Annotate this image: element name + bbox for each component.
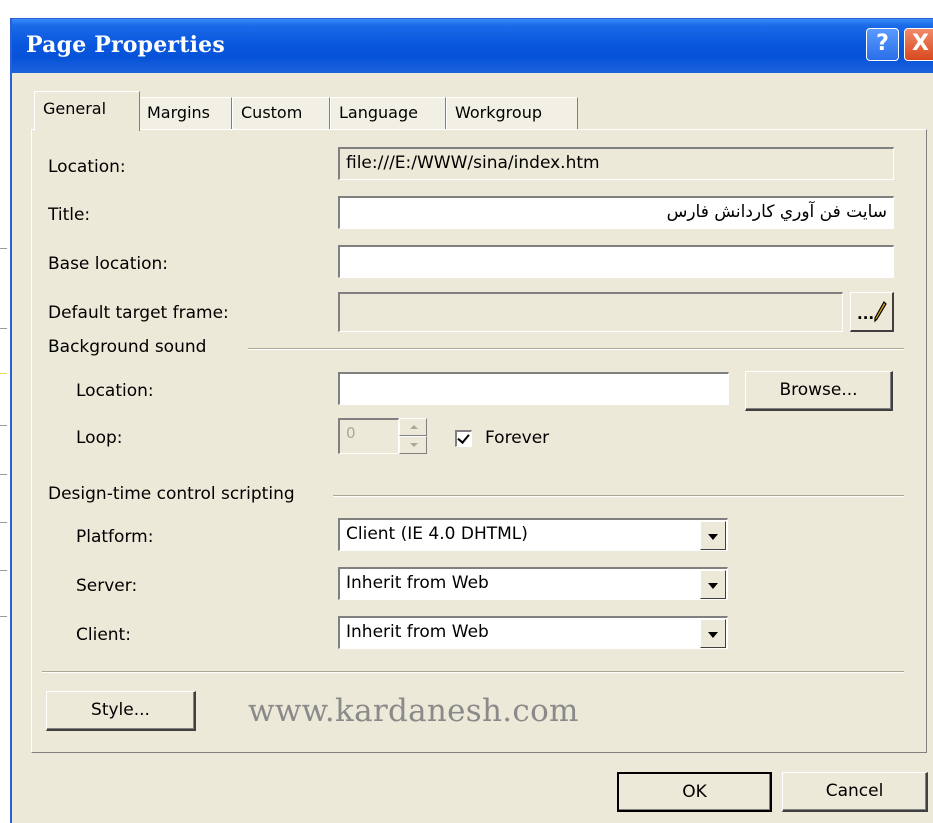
client-select[interactable]: Inherit from Web	[338, 616, 728, 649]
chevron-down-icon[interactable]	[700, 521, 726, 550]
page-properties-dialog: Page Properties ? X General Margins Cust…	[10, 18, 933, 823]
scripting-group-label: Design-time control scripting	[48, 484, 295, 504]
style-button[interactable]: Style...	[46, 691, 196, 731]
server-label: Server:	[76, 576, 138, 596]
client-label: Client:	[76, 625, 131, 645]
help-button[interactable]: ?	[866, 28, 899, 61]
screen: Page Properties ? X General Margins Cust…	[0, 0, 933, 823]
tab-general[interactable]: General	[34, 91, 140, 131]
divider	[0, 570, 7, 571]
ok-button[interactable]: OK	[617, 772, 772, 812]
server-value: Inherit from Web	[346, 573, 489, 593]
loop-input[interactable]: 0	[338, 418, 399, 454]
tab-custom[interactable]: Custom	[232, 97, 330, 129]
close-button[interactable]: X	[904, 28, 933, 61]
base-location-label: Base location:	[48, 254, 168, 274]
spin-down-icon[interactable]	[399, 436, 427, 454]
platform-select[interactable]: Client (IE 4.0 DHTML)	[338, 518, 728, 551]
default-target-frame-label: Default target frame:	[48, 303, 229, 323]
client-value: Inherit from Web	[346, 622, 489, 642]
pencil-icon	[874, 301, 887, 323]
tab-language[interactable]: Language	[330, 97, 446, 129]
base-location-input[interactable]	[338, 245, 894, 278]
location-field: file:///E:/WWW/sina/index.htm	[338, 147, 894, 180]
browse-button[interactable]: Browse...	[745, 371, 893, 411]
help-icon: ?	[876, 31, 889, 56]
divider	[0, 522, 7, 523]
divider	[0, 474, 7, 475]
watermark-text: www.kardanesh.com	[248, 693, 579, 729]
default-target-frame-field	[338, 292, 843, 332]
spin-up-icon[interactable]	[399, 418, 427, 436]
platform-value: Client (IE 4.0 DHTML)	[346, 524, 528, 544]
group-divider	[248, 348, 904, 350]
divider	[0, 248, 7, 249]
ellipsis-label: ...	[857, 305, 875, 323]
background-sound-group-label: Background sound	[48, 337, 207, 357]
platform-label: Platform:	[76, 527, 154, 547]
edit-target-frame-button[interactable]: ...	[850, 292, 894, 332]
server-select[interactable]: Inherit from Web	[338, 567, 728, 600]
loop-label: Loop:	[76, 428, 123, 448]
loop-spinner[interactable]	[399, 418, 427, 454]
sound-location-input[interactable]	[338, 372, 729, 405]
divider	[0, 373, 7, 374]
title-input[interactable]: سايت فن آوري كاردانش فارس	[338, 196, 894, 229]
group-divider	[333, 495, 904, 497]
divider	[0, 328, 7, 329]
divider	[42, 671, 904, 673]
location-label: Location:	[48, 157, 126, 177]
dialog-title: Page Properties	[26, 32, 225, 58]
tab-margins[interactable]: Margins	[138, 97, 232, 129]
close-icon: X	[912, 31, 929, 56]
title-label: Title:	[48, 205, 91, 225]
tab-workgroup[interactable]: Workgroup	[446, 97, 578, 129]
divider	[0, 616, 7, 617]
sound-location-label: Location:	[76, 381, 154, 401]
divider	[0, 425, 7, 426]
forever-checkbox[interactable]	[455, 430, 472, 447]
title-bar[interactable]: Page Properties ? X	[12, 19, 933, 73]
forever-label: Forever	[485, 428, 550, 448]
chevron-down-icon[interactable]	[700, 570, 726, 599]
cancel-button[interactable]: Cancel	[782, 772, 928, 812]
chevron-down-icon[interactable]	[700, 619, 726, 648]
